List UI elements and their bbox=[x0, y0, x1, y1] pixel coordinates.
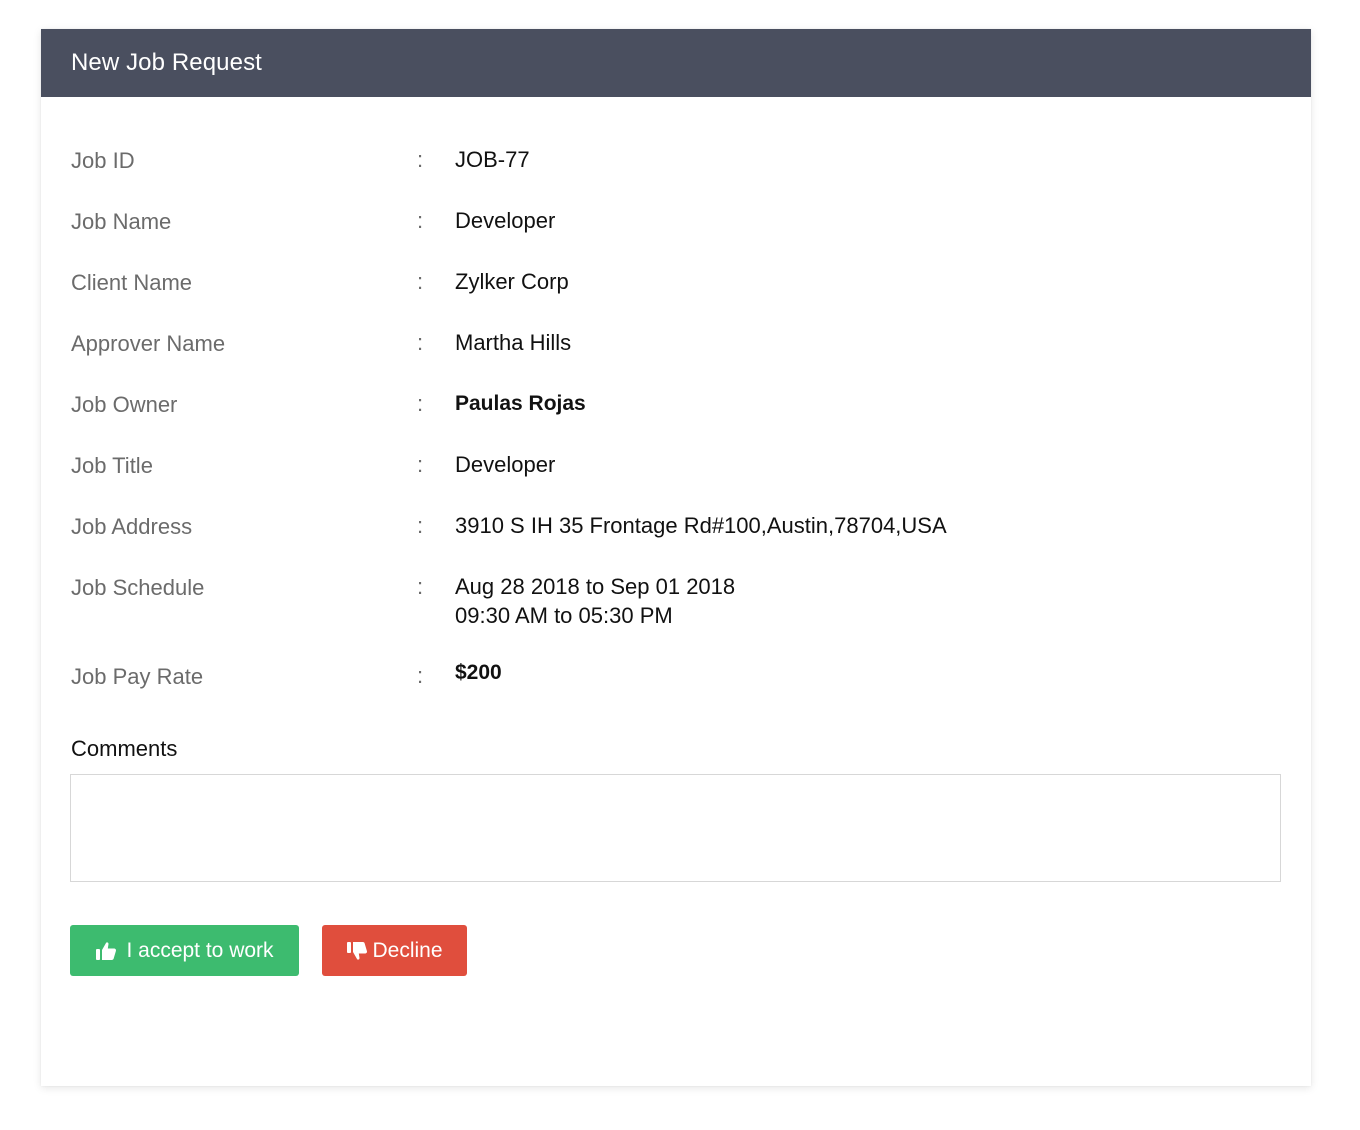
thumbs-up-icon bbox=[95, 941, 117, 961]
detail-row-job-schedule: Job Schedule : Aug 28 2018 to Sep 01 201… bbox=[71, 572, 1281, 661]
job-pay-rate-value: $200 bbox=[455, 661, 502, 684]
action-buttons: I accept to work Decline bbox=[70, 925, 467, 976]
detail-row-job-id: Job ID : JOB-77 bbox=[71, 145, 1281, 206]
detail-row-job-owner: Job Owner : Paulas Rojas bbox=[71, 389, 1281, 450]
page-title: New Job Request bbox=[71, 49, 262, 76]
job-schedule-times: 09:30 AM to 05:30 PM bbox=[455, 603, 673, 628]
detail-row-job-title: Job Title : Developer bbox=[71, 450, 1281, 511]
separator: : bbox=[417, 574, 424, 599]
decline-button-label: Decline bbox=[372, 938, 443, 962]
separator: : bbox=[417, 391, 424, 416]
separator: : bbox=[417, 147, 424, 172]
job-name-value: Developer bbox=[455, 208, 556, 233]
detail-row-approver-name: Approver Name : Martha Hills bbox=[71, 328, 1281, 389]
comments-label: Comments bbox=[71, 736, 178, 761]
job-id-value: JOB-77 bbox=[455, 147, 530, 172]
job-schedule-label: Job Schedule bbox=[71, 575, 205, 600]
separator: : bbox=[417, 208, 424, 233]
separator: : bbox=[417, 269, 424, 294]
card-header: New Job Request bbox=[41, 29, 1311, 97]
comments-textarea[interactable] bbox=[70, 774, 1281, 882]
job-address-label: Job Address bbox=[71, 514, 193, 539]
job-name-label: Job Name bbox=[71, 209, 172, 234]
job-request-card: New Job Request Job ID : JOB-77 Job Name… bbox=[41, 29, 1311, 1086]
job-details: Job ID : JOB-77 Job Name : Developer Cli… bbox=[71, 145, 1281, 721]
detail-row-client-name: Client Name : Zylker Corp bbox=[71, 267, 1281, 328]
client-name-label: Client Name bbox=[71, 270, 193, 295]
job-owner-value: Paulas Rojas bbox=[455, 392, 586, 415]
approver-name-value: Martha Hills bbox=[455, 330, 572, 355]
job-id-label: Job ID bbox=[71, 148, 135, 173]
detail-row-job-pay-rate: Job Pay Rate : $200 bbox=[71, 661, 1281, 721]
job-title-label: Job Title bbox=[71, 453, 153, 478]
job-address-value: 3910 S IH 35 Frontage Rd#100,Austin,7870… bbox=[455, 513, 947, 538]
detail-row-job-address: Job Address : 3910 S IH 35 Frontage Rd#1… bbox=[71, 511, 1281, 572]
decline-button[interactable]: Decline bbox=[322, 925, 467, 976]
job-owner-label: Job Owner bbox=[71, 392, 178, 417]
separator: : bbox=[417, 452, 424, 477]
separator: : bbox=[417, 330, 424, 355]
accept-button-label: I accept to work bbox=[126, 938, 274, 962]
thumbs-down-icon bbox=[346, 941, 368, 961]
separator: : bbox=[417, 513, 424, 538]
accept-button[interactable]: I accept to work bbox=[70, 925, 299, 976]
job-pay-rate-label: Job Pay Rate bbox=[71, 664, 204, 689]
detail-row-job-name: Job Name : Developer bbox=[71, 206, 1281, 267]
job-schedule-dates: Aug 28 2018 to Sep 01 2018 bbox=[455, 574, 736, 599]
separator: : bbox=[417, 663, 424, 688]
client-name-value: Zylker Corp bbox=[455, 269, 569, 294]
approver-name-label: Approver Name bbox=[71, 331, 226, 356]
job-title-value: Developer bbox=[455, 452, 556, 477]
job-schedule-value: Aug 28 2018 to Sep 01 2018 09:30 AM to 0… bbox=[455, 572, 735, 630]
